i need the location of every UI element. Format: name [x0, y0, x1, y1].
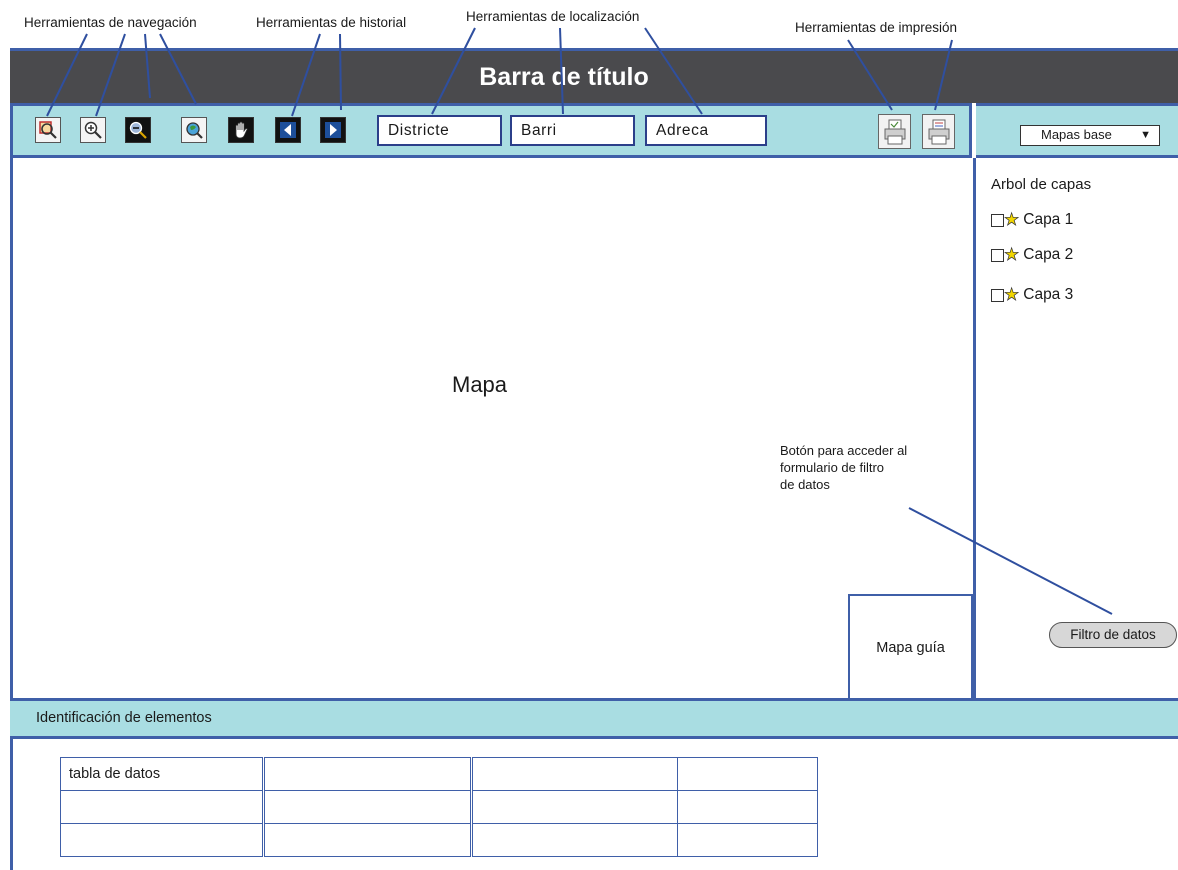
star-icon: ★: [1004, 285, 1020, 304]
guide-map[interactable]: Mapa guía: [848, 594, 973, 699]
data-table: tabla de datos: [60, 757, 818, 857]
filter-note: Botón para acceder al formulario de filt…: [780, 442, 907, 493]
location-field-districte[interactable]: Districte: [377, 115, 502, 146]
annotation-historial: Herramientas de historial: [256, 15, 407, 30]
layer-label: Capa 3: [1023, 286, 1074, 303]
layer-label: Capa 1: [1023, 211, 1074, 228]
basemap-select-value: Mapas base: [1041, 127, 1112, 142]
table-cell: [677, 757, 818, 791]
chevron-down-icon: ▼: [1140, 129, 1151, 141]
layer-checkbox[interactable]: [991, 288, 1004, 302]
print-icon[interactable]: [922, 114, 955, 149]
pan-hand-icon[interactable]: [228, 117, 254, 143]
table-cell: [262, 757, 472, 791]
filter-note-line: de datos: [780, 477, 830, 492]
table-cell: tabla de datos: [60, 757, 264, 791]
zoom-window-icon[interactable]: [35, 117, 61, 143]
layer-tree-title: Arbol de capas: [991, 176, 1092, 193]
star-icon: ★: [1004, 210, 1020, 229]
annotation-navegacion: Herramientas de navegación: [24, 15, 197, 30]
identification-title: Identificación de elementos: [36, 710, 212, 726]
basemap-toolbar: Mapas base ▼: [976, 103, 1178, 158]
annotation-impresion: Herramientas de impresión: [795, 20, 958, 35]
table-cell: [60, 823, 264, 857]
layer-item[interactable]: ★ Capa 1: [991, 211, 1073, 229]
filter-data-button[interactable]: Filtro de datos: [1049, 622, 1177, 648]
history-back-icon[interactable]: [275, 117, 301, 143]
star-icon: ★: [1004, 245, 1020, 264]
layer-item[interactable]: ★ Capa 2: [991, 246, 1073, 264]
annotation-localizacion: Herramientas de localización: [466, 9, 640, 24]
table-cell: [677, 823, 818, 857]
table-row: [60, 823, 818, 857]
table-row: tabla de datos: [60, 757, 818, 791]
title-bar: Barra de título: [10, 48, 1178, 103]
table-cell: [677, 790, 818, 824]
toolbar: Districte Barri Adreca: [10, 103, 972, 158]
table-cell: [470, 757, 678, 791]
title-bar-label: Barra de título: [479, 63, 649, 91]
full-extent-icon[interactable]: [181, 117, 207, 143]
filter-note-line: formulario de filtro: [780, 460, 885, 475]
print-preview-icon[interactable]: [878, 114, 911, 149]
layer-label: Capa 2: [1023, 246, 1074, 263]
layer-item[interactable]: ★ Capa 3: [991, 286, 1073, 304]
zoom-in-icon[interactable]: [80, 117, 106, 143]
identification-bar: Identificación de elementos: [10, 698, 1178, 739]
table-cell: [262, 790, 472, 824]
divider: [10, 739, 13, 870]
table-cell: [470, 790, 678, 824]
location-field-barri[interactable]: Barri: [510, 115, 635, 146]
zoom-out-icon[interactable]: [125, 117, 151, 143]
table-cell: [470, 823, 678, 857]
map-label: Mapa: [452, 372, 508, 397]
history-forward-icon[interactable]: [320, 117, 346, 143]
location-field-adreca[interactable]: Adreca: [645, 115, 767, 146]
basemap-select[interactable]: Mapas base ▼: [1020, 125, 1160, 146]
layer-checkbox[interactable]: [991, 248, 1004, 262]
layer-checkbox[interactable]: [991, 213, 1004, 227]
filter-note-line: Botón para acceder al: [780, 443, 908, 458]
table-cell: [60, 790, 264, 824]
table-cell: [262, 823, 472, 857]
table-row: [60, 790, 818, 824]
guide-map-label: Mapa guía: [876, 640, 945, 656]
map-canvas[interactable]: Mapa Mapa guía: [10, 158, 976, 699]
